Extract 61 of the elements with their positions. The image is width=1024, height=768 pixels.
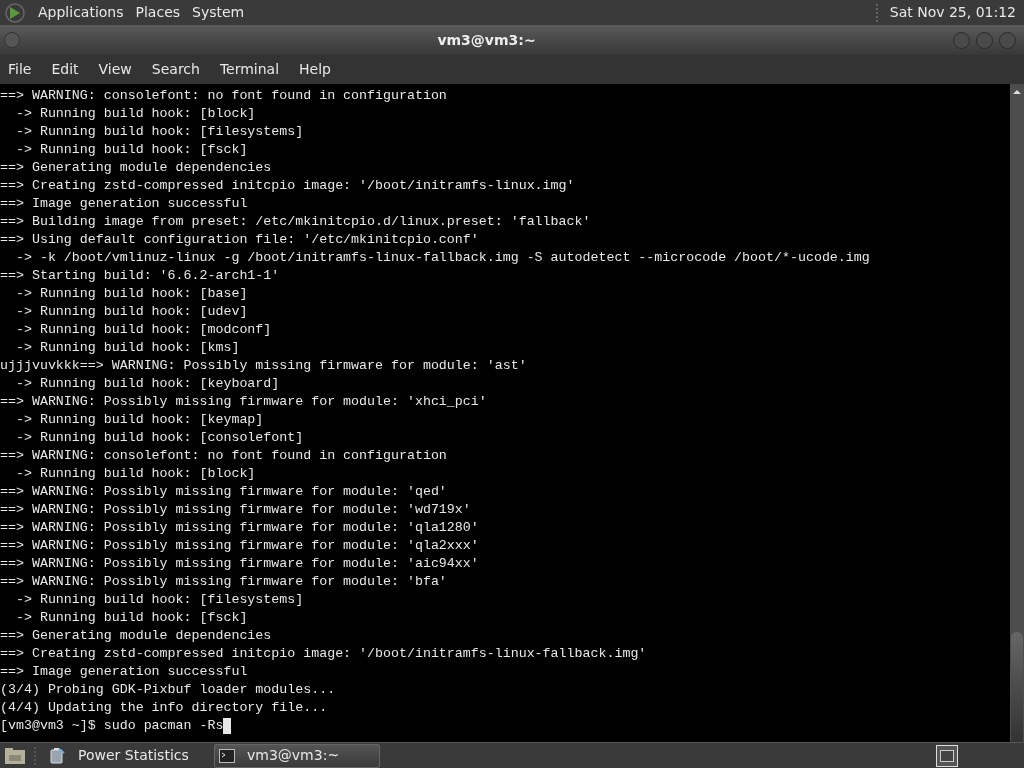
workspace-switcher[interactable] <box>936 744 958 767</box>
terminal-line: -> Running build hook: [kms] <box>14 339 241 357</box>
menu-item[interactable]: File <box>8 59 32 80</box>
terminal-line: ==> Creating zstd-compressed initcpio image: '/boot/initramfs-linux-fallback.img' <box>0 645 648 663</box>
panel-menu[interactable]: Applications <box>38 2 124 23</box>
terminal-line: ==> Starting build: '6.6.2-arch1-1' <box>0 267 281 285</box>
terminal-line: -> Running build hook: [keymap] <box>14 411 265 429</box>
show-desktop-icon[interactable] <box>4 746 26 765</box>
command-prompt: [vm3@vm3 ~]$ sudo pacman -Rs <box>0 717 224 735</box>
panel-menu[interactable]: Places <box>135 2 181 23</box>
menu-item[interactable]: View <box>98 59 132 80</box>
terminal-line: ==> WARNING: Possibly missing firmware for module: 'bfa' <box>0 573 448 591</box>
terminal-line: ==> Image generation successful <box>0 195 249 213</box>
terminal-line: -> Running build hook: [filesystems] <box>14 123 305 141</box>
terminal-line: -> Running build hook: [fsck] <box>14 609 249 627</box>
menu-item[interactable]: Edit <box>51 59 79 80</box>
terminal-icon <box>219 748 235 763</box>
terminal-line: ==> Creating zstd-compressed initcpio image: '/boot/initramfs-linux.img' <box>0 177 576 195</box>
terminal-line: ==> WARNING: consolefont: no font found in configuration <box>0 87 448 105</box>
panel-menu[interactable]: System <box>192 2 245 23</box>
window-title: vm3@vm3:~ <box>436 30 537 50</box>
terminal-line: ==> WARNING: Possibly missing firmware for module: 'aic94xx' <box>0 555 480 573</box>
menu-item[interactable]: Terminal <box>219 59 280 80</box>
terminal-line: ==> WARNING: Possibly missing firmware for module: 'wd719x' <box>0 501 472 519</box>
terminal-line: (3/4) Probing GDK-Pixbuf loader modules... <box>0 681 337 699</box>
terminal-line: ujjjvuvkkk==> WARNING: Possibly missing firmware for module: 'ast' <box>0 357 528 375</box>
terminal-line: -> Running build hook: [block] <box>14 105 257 123</box>
close-button[interactable] <box>999 31 1016 49</box>
terminal-line: ==> WARNING: Possibly missing firmware for module: 'xhci_pci' <box>0 393 488 411</box>
terminal-line: ==> Generating module dependencies <box>0 627 273 645</box>
terminal-line: -> Running build hook: [udev] <box>14 303 249 321</box>
terminal-line: ==> Generating module dependencies <box>0 159 273 177</box>
terminal-line: ==> Image generation successful <box>0 663 249 681</box>
terminal-line: ==> WARNING: Possibly missing firmware for module: 'qla1280' <box>0 519 480 537</box>
menu-item[interactable]: Help <box>299 59 331 80</box>
text-cursor <box>223 718 232 734</box>
terminal-line: -> Running build hook: [base] <box>14 285 249 303</box>
terminal-line: ==> Using default configuration file: '/etc/mkinitcpio.conf' <box>0 231 480 249</box>
scrollbar-thumb[interactable] <box>1011 632 1023 742</box>
maximize-button[interactable] <box>976 31 993 49</box>
taskbar-button[interactable]: vm3@vm3:~ <box>214 743 380 768</box>
terminal-line: -> Running build hook: [modconf] <box>14 321 273 339</box>
terminal-line: ==> Building image from preset: /etc/mkinitcpio.d/linux.preset: 'fallback' <box>0 213 592 231</box>
terminal-line: -> Running build hook: [keyboard] <box>14 375 281 393</box>
terminal-line: ==> WARNING: Possibly missing firmware for module: 'qla2xxx' <box>0 537 480 555</box>
terminal-line: -> Running build hook: [filesystems] <box>14 591 305 609</box>
terminal-line: -> -k /boot/vmlinuz-linux -g /boot/initramfs-linux-fallback.img -S autodetect --microcode /boot/*-ucode.img <box>14 249 871 267</box>
taskbar-button[interactable]: Power Statistics <box>44 743 210 768</box>
minimize-button[interactable] <box>953 31 970 49</box>
terminal-line: ==> WARNING: consolefont: no font found in configuration <box>0 447 448 465</box>
terminal-line: -> Running build hook: [fsck] <box>14 141 249 159</box>
window-menu-button[interactable] <box>4 32 20 48</box>
logo-icon <box>4 1 26 24</box>
scroll-up-icon[interactable] <box>1012 88 1022 96</box>
terminal-line: (4/4) Updating the info directory file... <box>0 699 329 717</box>
terminal-line: -> Running build hook: [block] <box>14 465 257 483</box>
battery-icon <box>48 746 66 765</box>
menu-item[interactable]: Search <box>151 59 200 80</box>
terminal-line: -> Running build hook: [consolefont] <box>14 429 305 447</box>
clock[interactable]: Sat Nov 25, 01:12 <box>889 2 1020 23</box>
terminal-line: ==> WARNING: Possibly missing firmware for module: 'qed' <box>0 483 448 501</box>
